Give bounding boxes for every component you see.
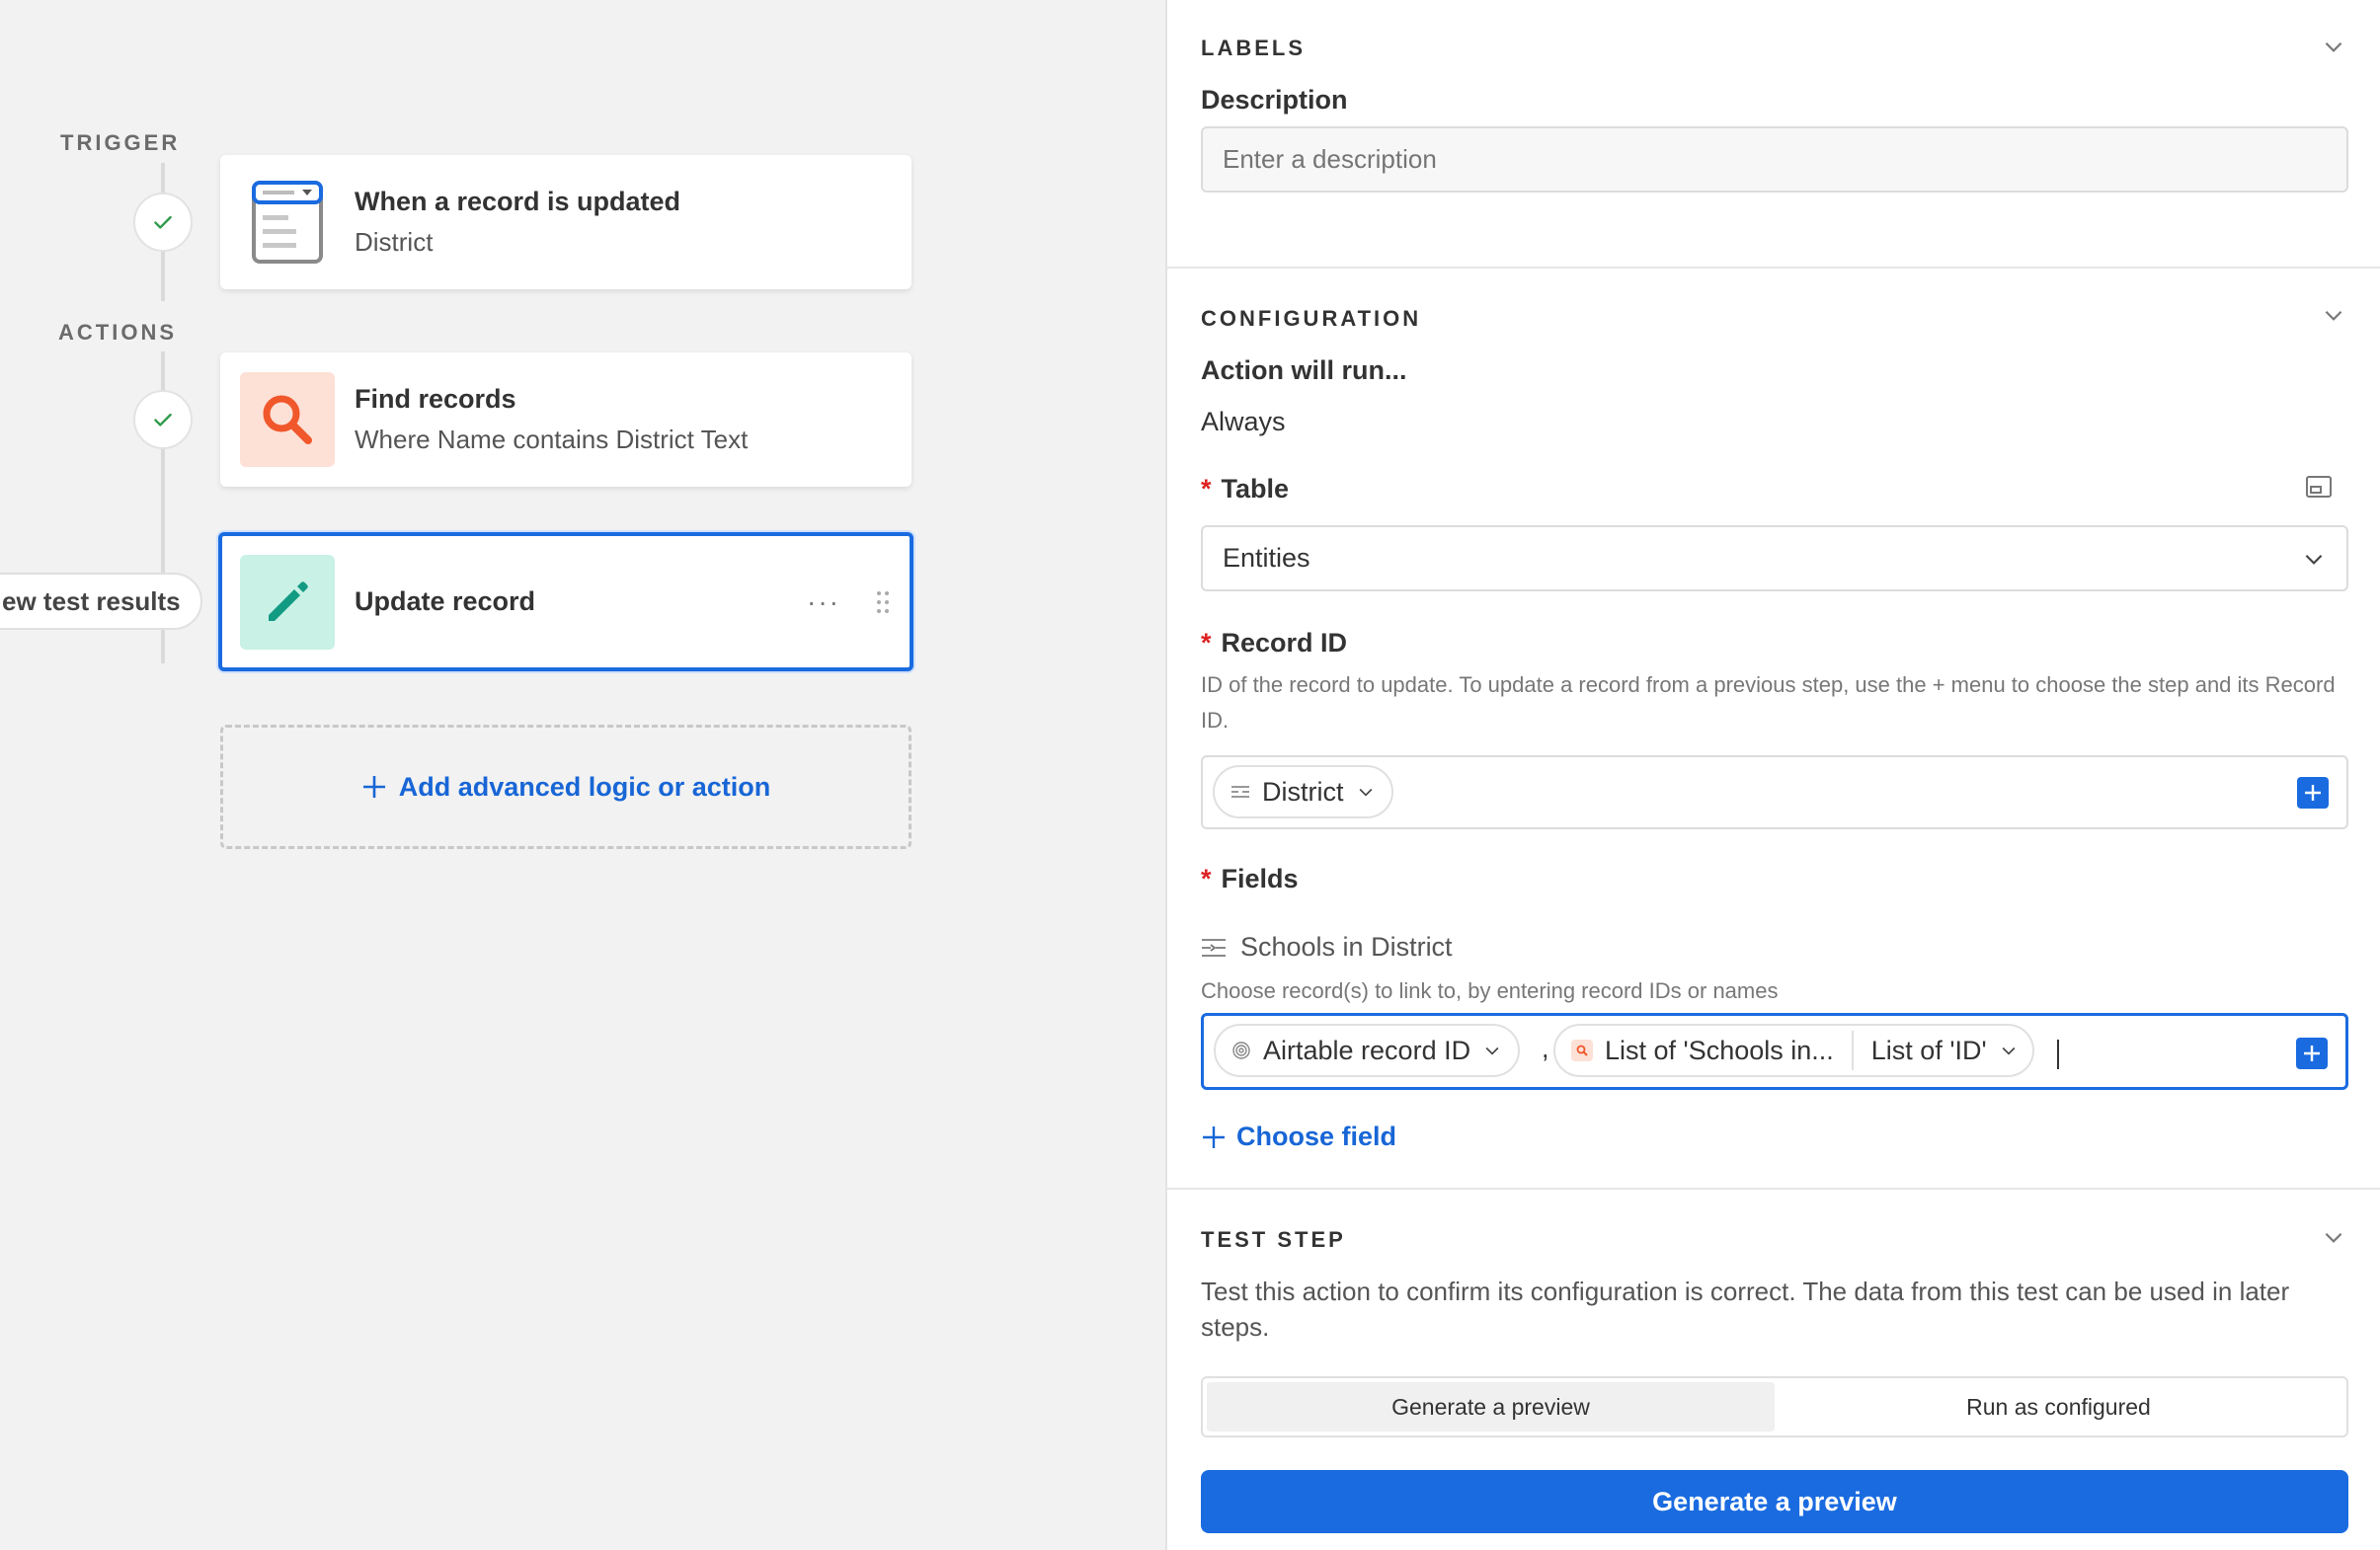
choose-field-button[interactable]: Choose field xyxy=(1201,1122,1396,1152)
add-logic-or-action-button[interactable]: Add advanced logic or action xyxy=(220,725,912,849)
plus-icon xyxy=(1203,1125,1225,1148)
test-mode-segmented-control: Generate a preview Run as configured xyxy=(1201,1376,2348,1437)
list-of-id-label: List of 'ID' xyxy=(1870,1035,1987,1065)
actions-section-label: ACTIONS xyxy=(58,320,177,345)
fields-label-text: Fields xyxy=(1221,864,1299,893)
find-card-title: Find records xyxy=(355,384,516,414)
step-config-panel: LABELS Description CONFIGURATION Action … xyxy=(1165,0,2380,1550)
view-test-results-button[interactable]: ew test results xyxy=(0,573,202,630)
collapse-labels-chevron-icon[interactable] xyxy=(2321,34,2346,59)
configuration-section-heading: CONFIGURATION xyxy=(1201,306,1422,331)
generate-preview-button[interactable]: Generate a preview xyxy=(1201,1470,2348,1533)
collapse-test-step-chevron-icon[interactable] xyxy=(2321,1224,2346,1250)
automation-canvas: TRIGGER ACTIONS When a record is updated… xyxy=(0,0,1165,1550)
run-as-configured-option[interactable]: Run as configured xyxy=(1775,1382,2342,1432)
generate-preview-option[interactable]: Generate a preview xyxy=(1207,1382,1775,1432)
record-id-input[interactable]: District xyxy=(1201,755,2348,829)
field-name: Schools in District xyxy=(1240,932,1453,962)
chevron-down-icon xyxy=(2305,554,2323,565)
update-record-card[interactable]: Update record ··· xyxy=(218,532,913,671)
description-input[interactable] xyxy=(1201,126,2348,193)
find-card-subtitle: Where Name contains District Text xyxy=(355,425,749,454)
airtable-record-id-token[interactable]: Airtable record ID xyxy=(1214,1024,1521,1077)
record-id-help: ID of the record to update. To update a … xyxy=(1201,672,2336,733)
section-divider xyxy=(1167,1188,2380,1190)
choose-field-label: Choose field xyxy=(1236,1122,1397,1151)
record-form-icon xyxy=(240,175,335,270)
record-id-label-text: Record ID xyxy=(1221,628,1348,658)
trigger-card[interactable]: When a record is updated District xyxy=(220,155,912,289)
find-records-card[interactable]: Find records Where Name contains Distric… xyxy=(220,352,912,487)
token-separator: , xyxy=(1542,1034,1549,1063)
labels-section-heading: LABELS xyxy=(1201,36,1306,60)
table-label: * Table xyxy=(1201,474,1290,504)
expand-table-icon[interactable] xyxy=(2305,475,2333,499)
find-records-list-token[interactable]: List of 'Schools in... List of 'ID' xyxy=(1553,1024,2034,1077)
field-help: Choose record(s) to link to, by entering… xyxy=(1201,978,1779,1003)
insert-variable-plus-icon[interactable] xyxy=(2297,777,2329,809)
table-select-value: Entities xyxy=(1223,543,1310,573)
trigger-status-check-icon xyxy=(133,193,193,252)
field-name-row: Schools in District xyxy=(1201,932,1453,963)
fields-label: * Fields xyxy=(1201,864,1299,893)
action-will-run-value[interactable]: Always xyxy=(1201,407,1286,437)
drag-handle-icon[interactable] xyxy=(876,590,890,614)
find-status-check-icon xyxy=(133,390,193,449)
record-id-label: * Record ID xyxy=(1201,628,1348,658)
plus-icon xyxy=(362,776,385,798)
find-records-list-label: List of 'Schools in... xyxy=(1605,1035,1834,1065)
pencil-icon xyxy=(240,554,335,650)
schools-in-district-input[interactable]: Airtable record ID , List of 'Schools in… xyxy=(1201,1013,2348,1090)
trigger-card-title: When a record is updated xyxy=(355,187,681,216)
chevron-down-icon xyxy=(1359,788,1372,797)
add-logic-label: Add advanced logic or action xyxy=(398,771,771,802)
test-step-description: Test this action to confirm its configur… xyxy=(1201,1277,2290,1342)
description-label: Description xyxy=(1201,85,1348,115)
trigger-section-label: TRIGGER xyxy=(60,130,181,155)
text-cursor xyxy=(2057,1040,2059,1069)
search-icon xyxy=(1571,1040,1593,1061)
trigger-card-subtitle: District xyxy=(355,227,434,257)
chevron-down-icon xyxy=(2002,1046,2016,1055)
collapse-configuration-chevron-icon[interactable] xyxy=(2321,302,2346,328)
test-step-section-heading: TEST STEP xyxy=(1201,1227,1346,1252)
action-will-run-label: Action will run... xyxy=(1201,355,1407,385)
chevron-down-icon xyxy=(1485,1046,1499,1055)
airtable-record-id-label: Airtable record ID xyxy=(1263,1035,1471,1065)
record-id-token-chip[interactable]: District xyxy=(1213,765,1393,818)
record-id-token-label: District xyxy=(1262,776,1344,807)
field-formula-icon xyxy=(1231,786,1249,798)
view-test-results-label: ew test results xyxy=(2,585,181,616)
fingerprint-icon xyxy=(1232,1042,1250,1059)
linked-field-icon xyxy=(1202,938,1226,957)
token-divider xyxy=(1851,1031,1854,1070)
table-select[interactable]: Entities xyxy=(1201,525,2348,591)
table-label-text: Table xyxy=(1221,474,1290,504)
insert-variable-plus-icon[interactable] xyxy=(2296,1038,2328,1069)
update-card-title: Update record xyxy=(355,586,536,616)
section-divider xyxy=(1167,267,2380,269)
search-icon xyxy=(240,372,335,467)
more-options-icon[interactable]: ··· xyxy=(807,586,840,618)
